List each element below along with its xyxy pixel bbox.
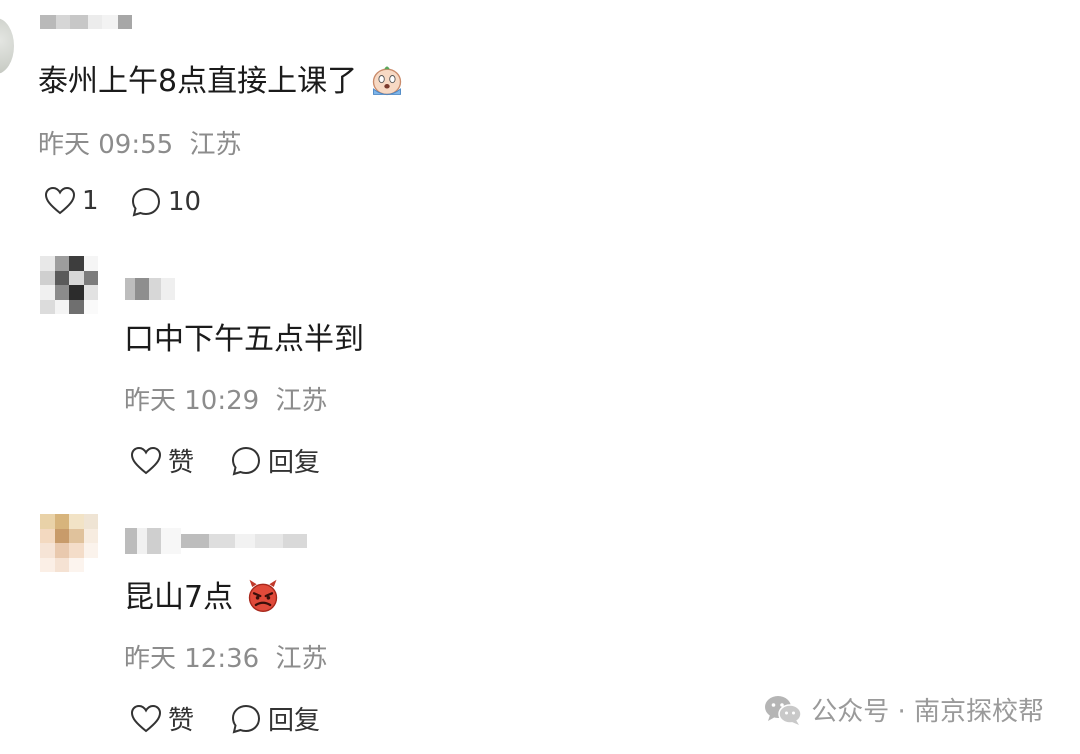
username-blurred[interactable]: [40, 15, 132, 29]
comment-body: 泰州上午8点直接上课了: [38, 64, 405, 101]
like-label: 赞: [168, 448, 195, 478]
like-button[interactable]: 1: [44, 186, 99, 216]
wechat-icon: [765, 695, 802, 725]
like-button[interactable]: 赞: [130, 700, 194, 737]
avatar[interactable]: [40, 514, 98, 572]
like-label: 赞: [168, 706, 195, 736]
reply-button[interactable]: 回复: [230, 442, 320, 479]
avatar[interactable]: [40, 256, 98, 314]
comment-time: 昨天 09:55: [38, 130, 174, 160]
comment-location: 江苏: [275, 386, 328, 416]
comment-time: 昨天 10:29: [124, 386, 260, 416]
comment-bubble-icon: [231, 704, 261, 733]
comment-body: 昆山7点: [124, 579, 281, 617]
comment-text: 昆山7点: [124, 580, 234, 615]
heart-icon: [130, 704, 162, 732]
comment-meta: 昨天 10:29 江苏: [124, 386, 327, 416]
reply-count: 10: [168, 187, 202, 217]
comment-bubble-icon: [131, 187, 161, 217]
comment-location: 江苏: [189, 130, 242, 160]
watermark-prefix: 公众号 ·: [811, 697, 914, 727]
crying-face-icon: [372, 66, 401, 95]
username-blurred[interactable]: [125, 528, 307, 554]
watermark: 公众号 · 南京探校帮: [763, 691, 1044, 728]
like-count: 1: [82, 186, 99, 216]
reply-label: 回复: [268, 706, 321, 736]
like-button[interactable]: 赞: [130, 442, 194, 479]
comment-time: 昨天 12:36: [124, 644, 260, 674]
angry-devil-icon: [248, 579, 277, 612]
reply-button[interactable]: 10: [130, 186, 201, 218]
comment-meta: 昨天 12:36 江苏: [124, 644, 327, 674]
comment-meta: 昨天 09:55 江苏: [38, 130, 241, 160]
heart-icon: [130, 446, 162, 474]
reply-button[interactable]: 回复: [230, 700, 320, 737]
heart-icon: [44, 186, 76, 215]
comment-text: 口中下午五点半到: [124, 322, 364, 357]
avatar[interactable]: [0, 18, 14, 74]
username-blurred[interactable]: [125, 278, 175, 300]
reply-label: 回复: [268, 448, 321, 478]
comment-bubble-icon: [231, 446, 261, 475]
comment-text: 泰州上午8点直接上课了: [38, 64, 358, 99]
watermark-account: 南京探校帮: [913, 697, 1044, 727]
comment-location: 江苏: [275, 644, 328, 674]
